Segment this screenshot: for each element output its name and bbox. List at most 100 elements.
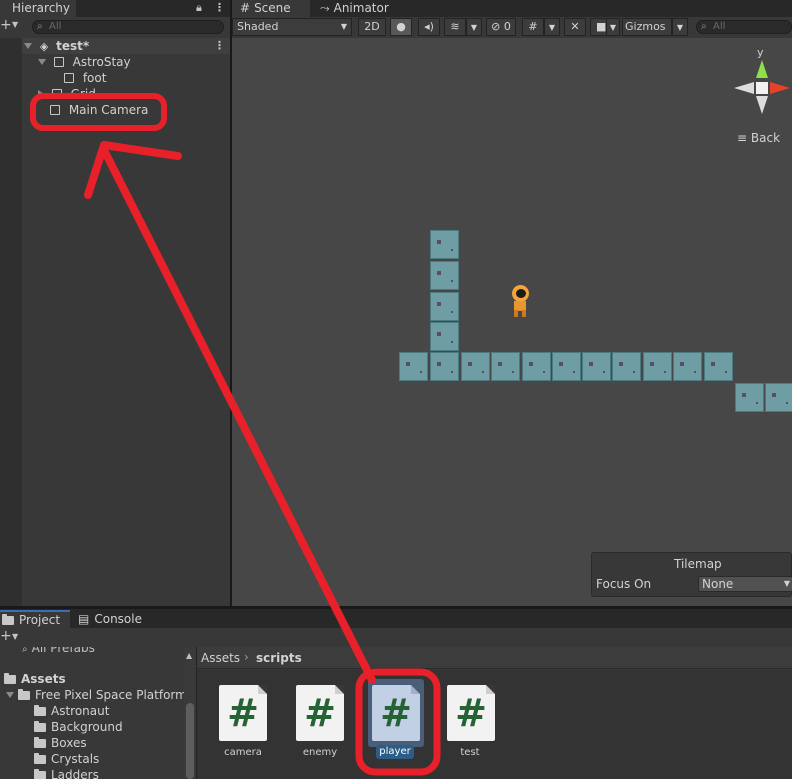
- effects-dropdown[interactable]: ▼: [466, 18, 482, 36]
- tree-item-background[interactable]: Background: [34, 719, 123, 735]
- folder-icon: [34, 737, 46, 748]
- add-icon[interactable]: +: [0, 628, 12, 644]
- hierarchy-tab-label: Hierarchy: [12, 1, 71, 15]
- gizmo-neg-x-cone-icon[interactable]: [734, 82, 754, 94]
- gizmos-dropdown[interactable]: ▼: [672, 18, 688, 36]
- gizmo-y-cone-icon[interactable]: [756, 60, 768, 78]
- tree-item-boxes[interactable]: Boxes: [34, 735, 87, 751]
- gizmo-view-label[interactable]: ≡ Back: [737, 131, 780, 145]
- project-panel: Project ▤ Console + ▼ ⌕ All Prefabs Assets…: [0, 609, 792, 779]
- tree-item-label: Assets: [21, 672, 66, 686]
- tile: [430, 230, 459, 259]
- expand-triangle-icon[interactable]: [38, 59, 46, 65]
- console-tab-label: Console: [94, 612, 142, 626]
- effects-toggle[interactable]: ≋: [444, 18, 466, 36]
- tools-button[interactable]: ✕: [564, 18, 586, 36]
- tree-item-label: All Prefabs: [31, 647, 95, 655]
- tile: [430, 322, 459, 351]
- focus-on-dropdown[interactable]: None ▼: [698, 576, 792, 592]
- scene-root-item[interactable]: ◈ test*: [24, 38, 89, 54]
- tree-item-crystals[interactable]: Crystals: [34, 751, 99, 767]
- chevron-down-icon[interactable]: ▼: [12, 632, 18, 641]
- hierarchy-item-main-camera[interactable]: Main Camera: [50, 102, 148, 118]
- search-icon: ⌕: [37, 21, 43, 32]
- csharp-hash-icon: #: [455, 691, 487, 735]
- lock-icon[interactable]: 🔒︎: [196, 1, 202, 15]
- gizmos-button[interactable]: Gizmos: [622, 18, 672, 36]
- add-icon[interactable]: +: [0, 17, 12, 33]
- chevron-down-icon: ▼: [548, 23, 556, 32]
- scene-name: test*: [56, 39, 90, 53]
- scene-panel: # Scene ⤳ Animator Shaded ▼ 2D ● ◂) ≋ ▼ ⊘ …: [232, 0, 792, 606]
- tree-item-astronaut[interactable]: Astronaut: [34, 703, 109, 719]
- breadcrumb-separator-icon: ›: [244, 650, 249, 664]
- chevron-down-icon[interactable]: ▼: [12, 20, 18, 29]
- csharp-hash-icon: #: [227, 691, 259, 735]
- expand-triangle-icon[interactable]: [6, 692, 14, 698]
- tile: [582, 352, 611, 381]
- tree-item-all-prefabs[interactable]: ⌕ All Prefabs: [22, 647, 95, 656]
- gizmo-neg-y-cone-icon[interactable]: [756, 96, 768, 114]
- tree-item-ladders[interactable]: Ladders: [34, 767, 99, 779]
- tree-item-assets[interactable]: Assets: [4, 671, 66, 687]
- scene-search-input[interactable]: ⌕ All: [696, 20, 792, 34]
- folder-icon: [34, 705, 46, 716]
- hierarchy-item-grid[interactable]: Grid: [38, 86, 96, 96]
- hierarchy-panel: Hierarchy 🔒︎ ⋮ + ▼ ⌕ All ◈ test* ⋮ Astro…: [0, 0, 230, 606]
- toggle-2d-button[interactable]: 2D: [358, 18, 386, 36]
- orientation-gizmo[interactable]: y: [732, 44, 792, 134]
- chevron-down-icon: ▼: [783, 579, 790, 588]
- tab-console[interactable]: ▤ Console: [76, 611, 156, 628]
- hierarchy-search-input[interactable]: ⌕ All: [32, 20, 224, 34]
- grid-icon: #: [528, 20, 538, 33]
- tree-item-label: Astronaut: [51, 704, 110, 718]
- tab-scene[interactable]: # Scene: [232, 0, 310, 17]
- tile: [643, 352, 672, 381]
- scroll-up-icon[interactable]: ▲: [186, 651, 192, 660]
- tree-item-free-pixel-space-platform[interactable]: Free Pixel Space Platform: [6, 687, 187, 703]
- breadcrumb-root[interactable]: Assets: [201, 651, 240, 665]
- focus-on-label: Focus On: [596, 577, 652, 591]
- astronaut-sprite[interactable]: [510, 285, 530, 319]
- gizmo-center-cube-icon[interactable]: [756, 82, 768, 94]
- shading-mode-dropdown[interactable]: Shaded ▼: [232, 18, 352, 36]
- audio-toggle[interactable]: ◂): [418, 18, 440, 36]
- script-file-enemy[interactable]: #: [296, 685, 344, 741]
- lighting-toggle[interactable]: ●: [390, 18, 412, 36]
- tree-scrollbar-thumb[interactable]: [186, 703, 194, 779]
- gizmo-x-cone-icon[interactable]: [770, 82, 790, 94]
- grid-dropdown[interactable]: ▼: [544, 18, 560, 36]
- breadcrumb-current[interactable]: scripts: [256, 651, 302, 665]
- hierarchy-item-label: foot: [82, 71, 107, 85]
- script-file-player[interactable]: #: [372, 685, 420, 741]
- camera-dropdown[interactable]: ▼: [606, 18, 620, 36]
- grid-toggle[interactable]: #: [522, 18, 544, 36]
- script-file-camera[interactable]: #: [219, 685, 267, 741]
- tab-hierarchy[interactable]: Hierarchy: [0, 0, 76, 17]
- hierarchy-item-astrostay[interactable]: AstroStay: [38, 54, 131, 70]
- tile: [673, 352, 702, 381]
- tile: [612, 352, 641, 381]
- hierarchy-item-foot[interactable]: foot: [64, 70, 106, 86]
- vertical-divider: [230, 0, 232, 606]
- folder-icon: [18, 689, 30, 700]
- tile: [765, 383, 792, 412]
- breadcrumb: Assets › scripts: [197, 647, 792, 669]
- script-file-test[interactable]: #: [447, 685, 495, 741]
- csharp-hash-icon: #: [380, 691, 412, 735]
- file-name: enemy: [302, 747, 338, 758]
- kebab-menu-icon[interactable]: ⋮: [214, 1, 225, 14]
- gameobject-icon: [51, 89, 62, 96]
- animator-tab-label: Animator: [333, 1, 389, 15]
- tile: [461, 352, 490, 381]
- tab-animator[interactable]: ⤳ Animator: [312, 0, 402, 17]
- tile: [735, 383, 764, 412]
- search-icon: ⌕: [22, 647, 28, 655]
- scene-visibility-toggle[interactable]: ⊘ 0: [486, 18, 516, 36]
- collapse-triangle-icon[interactable]: [38, 90, 44, 96]
- hierarchy-item-label: Main Camera: [68, 103, 149, 117]
- tab-project[interactable]: Project: [0, 610, 70, 628]
- scene-menu-icon[interactable]: ⋮: [214, 39, 225, 52]
- search-icon: ⌕: [701, 21, 707, 32]
- expand-triangle-icon[interactable]: [24, 43, 32, 49]
